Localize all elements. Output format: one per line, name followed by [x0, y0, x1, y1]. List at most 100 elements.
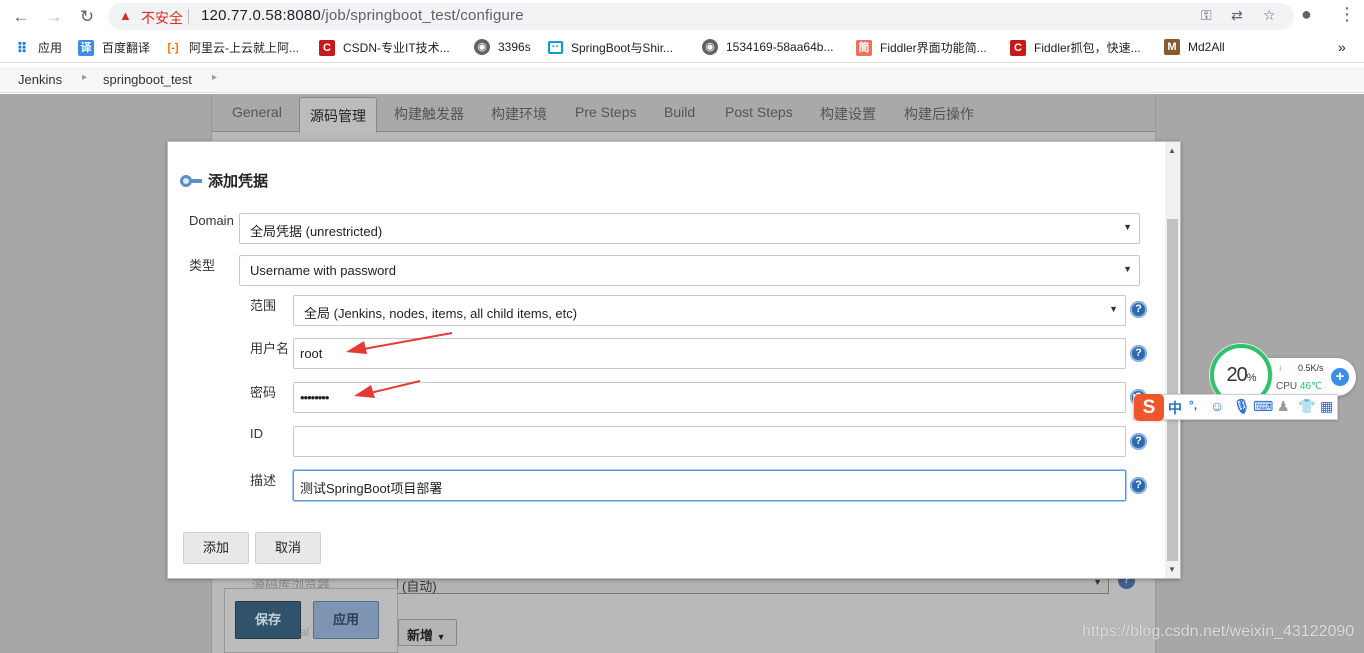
toolbox-icon[interactable]: ▦: [1320, 398, 1333, 415]
bookmark-apps[interactable]: ⠿ 应用: [14, 39, 62, 56]
skin-icon[interactable]: 👕: [1298, 398, 1315, 415]
ime-mode[interactable]: 中: [1168, 398, 1182, 418]
help-icon[interactable]: ?: [1130, 477, 1147, 494]
tab-environment[interactable]: 构建环境: [491, 104, 547, 124]
tab-pre-steps[interactable]: Pre Steps: [575, 104, 636, 120]
help-icon[interactable]: ?: [1130, 433, 1147, 450]
add-step-button[interactable]: 新增 ▼: [398, 619, 457, 646]
chevron-down-icon: ▼: [1123, 264, 1132, 274]
domain-select[interactable]: 全局凭据 (unrestricted) ▼: [239, 213, 1140, 244]
help-icon[interactable]: ?: [1130, 301, 1147, 318]
tab-build-settings[interactable]: 构建设置: [820, 104, 876, 124]
kind-select[interactable]: Username with password ▼: [239, 255, 1140, 286]
bookmark-aliyun[interactable]: [-] 阿里云-上云就上阿...: [165, 39, 300, 56]
cpu-label: CPU: [1276, 381, 1298, 392]
emoji-icon[interactable]: ☺: [1210, 398, 1224, 414]
bookmark-label: Md2All: [1188, 40, 1225, 54]
csdn-icon: C: [1010, 39, 1026, 56]
bookmark-3396s[interactable]: ◉ 3396s: [474, 39, 531, 55]
back-icon[interactable]: ←: [10, 6, 32, 28]
add-step-label: 新增: [407, 628, 434, 643]
net-speed: 0.5K/s: [1298, 363, 1324, 373]
bookmark-baidu-translate[interactable]: 译百度翻译: [78, 39, 150, 56]
bookmark-1534169[interactable]: ◉ 1534169-58aa64b...: [702, 39, 833, 55]
cancel-button[interactable]: 取消: [255, 532, 321, 564]
bookmark-label: 百度翻译: [102, 41, 151, 55]
reload-icon[interactable]: ↻: [76, 6, 98, 28]
bookmarks-more-button[interactable]: »: [1338, 39, 1346, 55]
tab-general[interactable]: General: [232, 104, 282, 120]
scope-value: 全局 (Jenkins, nodes, items, all child ite…: [304, 306, 578, 321]
bookmark-csdn[interactable]: C CSDN-专业IT技术...: [319, 39, 450, 56]
add-credentials-dialog: 添加凭据 Domain 全局凭据 (unrestricted) ▼ 类型 User…: [167, 141, 1181, 579]
bookmarks-bar: ⠿ 应用 译百度翻译 [-] 阿里云-上云就上阿... C CSDN-专业IT技术..…: [0, 33, 1364, 63]
username-label: 用户名: [250, 341, 290, 356]
annotation-arrow-icon: [354, 380, 421, 398]
repo-browser-value: (自动): [402, 579, 437, 594]
add-button[interactable]: 添加: [183, 532, 249, 564]
scroll-down-icon[interactable]: ▼: [1168, 565, 1176, 574]
bookmark-fiddler-capture[interactable]: C Fiddler抓包，快速...: [1010, 39, 1141, 56]
keyboard-icon[interactable]: ⌨: [1253, 398, 1273, 415]
tab-post-steps[interactable]: Post Steps: [725, 104, 793, 120]
apply-button[interactable]: 应用: [313, 601, 379, 639]
username-value: root: [300, 346, 323, 361]
id-input[interactable]: [293, 426, 1126, 457]
translate-icon: 译: [78, 39, 94, 56]
address-bar[interactable]: ▲ 不安全 120.77.0.58:8080/job/springboot_te…: [108, 3, 1294, 30]
bilibili-icon: ··: [548, 41, 563, 54]
bookmark-springboot-shiro[interactable]: ·· SpringBoot与Shir...: [548, 39, 673, 56]
chevron-down-icon: ▼: [436, 632, 446, 642]
aliyun-icon: [-]: [167, 41, 179, 54]
id-label: ID: [250, 426, 263, 441]
jian-icon: 简: [856, 39, 872, 56]
bookmark-label: 3396s: [498, 40, 531, 54]
tab-triggers[interactable]: 构建触发器: [394, 104, 464, 124]
domain-label: Domain: [189, 213, 234, 228]
usage-percent: 20: [1226, 364, 1247, 386]
tab-scm[interactable]: 源码管理: [299, 97, 377, 133]
save-button[interactable]: 保存: [235, 601, 301, 639]
divider: [188, 9, 189, 24]
bookmark-label: 1534169-58aa64b...: [726, 40, 834, 54]
usage-unit: %: [1246, 372, 1257, 384]
help-icon[interactable]: ?: [1130, 345, 1147, 362]
browser-toolbar: ← → ↻ ▲ 不安全 120.77.0.58:8080/job/springb…: [0, 0, 1364, 33]
scope-select[interactable]: 全局 (Jenkins, nodes, items, all child ite…: [293, 295, 1126, 326]
sogou-logo-icon[interactable]: S: [1134, 394, 1164, 421]
bookmark-fiddler-ui[interactable]: 简 Fiddler界面功能简...: [856, 39, 987, 56]
tab-build[interactable]: Build: [664, 104, 695, 120]
breadcrumb-chevron-icon: ▸: [212, 72, 218, 83]
bookmark-md2all[interactable]: M Md2All: [1164, 39, 1225, 55]
password-value: ••••••••: [300, 390, 329, 405]
url-text[interactable]: 120.77.0.58:8080/job/springboot_test/con…: [201, 7, 524, 24]
breadcrumb-job[interactable]: springboot_test: [103, 72, 192, 87]
bookmark-label: Fiddler抓包，快速...: [1034, 41, 1141, 55]
translate-icon[interactable]: ⇄: [1231, 7, 1243, 24]
breadcrumb-jenkins[interactable]: Jenkins: [18, 72, 62, 87]
plus-icon[interactable]: +: [1331, 368, 1349, 386]
warning-icon: ▲: [119, 8, 132, 23]
security-label[interactable]: 不安全: [141, 8, 183, 28]
star-icon[interactable]: ☆: [1263, 7, 1276, 24]
key-icon[interactable]: ⚿: [1201, 7, 1212, 24]
menu-icon[interactable]: ⋮: [1338, 4, 1356, 25]
account-icon[interactable]: ●: [1301, 4, 1312, 25]
chevron-down-icon: ▼: [1109, 304, 1118, 314]
scrollbar-thumb[interactable]: [1167, 219, 1178, 561]
bookmark-label: CSDN-专业IT技术...: [343, 41, 450, 55]
chevron-down-icon: ▼: [1123, 222, 1132, 232]
breadcrumb-chevron-icon: ▸: [82, 72, 88, 83]
user-icon[interactable]: ♟: [1277, 398, 1290, 415]
description-input[interactable]: 测试SpringBoot项目部署: [293, 470, 1126, 501]
forward-icon[interactable]: →: [43, 6, 65, 28]
description-label: 描述: [250, 473, 277, 488]
annotation-arrow-icon: [346, 332, 453, 354]
ime-punct[interactable]: °,: [1189, 398, 1197, 412]
tab-post-build[interactable]: 构建后操作: [904, 104, 974, 124]
microphone-icon[interactable]: 🎙: [1233, 398, 1251, 415]
password-label: 密码: [250, 385, 277, 400]
globe-icon: ◉: [474, 39, 490, 55]
scroll-up-icon[interactable]: ▲: [1168, 146, 1176, 155]
download-arrow-icon: ↓: [1278, 362, 1283, 372]
